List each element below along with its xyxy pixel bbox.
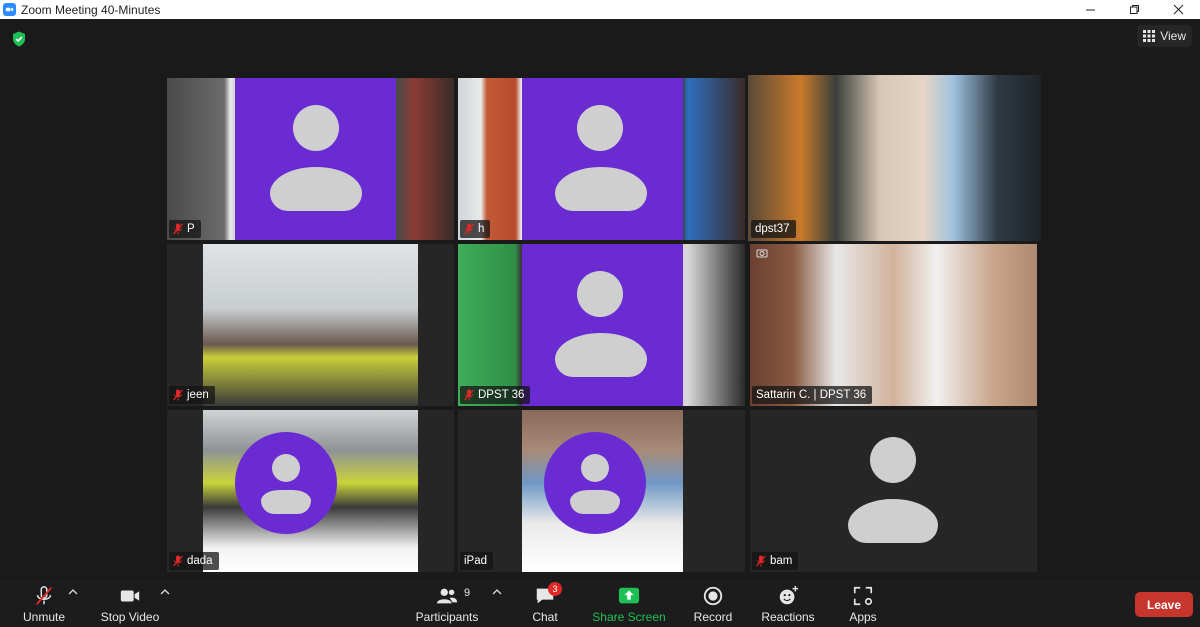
participant-name-tag: bam bbox=[752, 552, 799, 570]
video-options-chevron-icon[interactable] bbox=[160, 588, 170, 596]
participants-icon bbox=[436, 588, 458, 604]
avatar-body-icon bbox=[261, 490, 311, 514]
chat-button[interactable]: 3 Chat bbox=[525, 580, 565, 627]
participant-name-tag: h bbox=[460, 220, 491, 238]
participant-name-tag: dada bbox=[169, 552, 219, 570]
chat-unread-badge: 3 bbox=[548, 582, 562, 596]
video-feed-background bbox=[750, 244, 1037, 406]
avatar-head-icon bbox=[577, 271, 623, 317]
stop-video-button[interactable]: Stop Video bbox=[96, 580, 164, 627]
minimize-button[interactable] bbox=[1068, 0, 1112, 19]
zoom-app-icon bbox=[3, 3, 16, 16]
close-button[interactable] bbox=[1156, 0, 1200, 19]
video-tile-bam[interactable]: bam bbox=[750, 410, 1037, 572]
share-screen-button[interactable]: Share Screen bbox=[592, 580, 666, 627]
avatar-body-icon bbox=[555, 333, 647, 377]
apps-icon bbox=[853, 586, 873, 606]
minimize-icon bbox=[1085, 9, 1095, 11]
muted-mic-icon bbox=[173, 223, 183, 235]
leave-meeting-button[interactable]: Leave bbox=[1135, 592, 1193, 617]
unmute-button[interactable]: Unmute bbox=[14, 580, 74, 627]
avatar-body-icon bbox=[555, 167, 647, 211]
restore-button[interactable] bbox=[1112, 0, 1156, 19]
participants-button[interactable]: 9 Participants bbox=[414, 580, 480, 627]
share-screen-icon bbox=[618, 587, 640, 604]
video-camera-icon bbox=[120, 590, 140, 602]
title-bar: Zoom Meeting 40-Minutes bbox=[0, 0, 1200, 19]
view-button[interactable]: View bbox=[1137, 25, 1192, 47]
video-feed-background bbox=[203, 244, 418, 406]
participant-name-tag: Sattarin C. | DPST 36 bbox=[752, 386, 873, 404]
grid-view-icon bbox=[1143, 30, 1156, 42]
muted-mic-icon bbox=[173, 389, 183, 401]
video-feed-background bbox=[748, 75, 1041, 241]
video-tile-dpst37[interactable]: dpst37 bbox=[748, 75, 1041, 241]
participant-name-tag: jeen bbox=[169, 386, 215, 404]
video-tile-dpst36[interactable]: DPST 36 bbox=[458, 244, 745, 406]
meeting-toolbar: Unmute Stop Video 9 Participants 3 Chat … bbox=[0, 580, 1200, 627]
avatar-overlay bbox=[522, 78, 683, 240]
record-button[interactable]: Record bbox=[689, 580, 737, 627]
avatar-overlay bbox=[544, 432, 646, 534]
participants-count: 9 bbox=[464, 587, 471, 599]
muted-mic-icon bbox=[35, 586, 53, 605]
audio-options-chevron-icon[interactable] bbox=[68, 588, 78, 596]
close-icon bbox=[1173, 4, 1183, 15]
video-tile-p[interactable]: P bbox=[167, 78, 454, 240]
muted-mic-icon bbox=[464, 389, 474, 401]
video-tile-jeen[interactable]: jeen bbox=[167, 244, 454, 406]
video-tile-ipad[interactable]: iPad bbox=[458, 410, 745, 572]
avatar-head-icon bbox=[581, 454, 609, 482]
avatar-head-icon bbox=[577, 105, 623, 151]
avatar-overlay bbox=[235, 78, 396, 240]
avatar-overlay bbox=[235, 432, 337, 534]
reactions-button[interactable]: Reactions bbox=[758, 580, 818, 627]
muted-mic-icon bbox=[464, 223, 474, 235]
security-shield-icon[interactable] bbox=[12, 31, 26, 47]
view-label: View bbox=[1160, 29, 1186, 43]
avatar-overlay bbox=[522, 244, 683, 406]
avatar-head-icon bbox=[293, 105, 339, 151]
record-icon bbox=[703, 586, 723, 606]
avatar-head-icon bbox=[870, 437, 916, 483]
smiley-plus-icon bbox=[779, 585, 799, 605]
avatar-head-icon bbox=[272, 454, 300, 482]
avatar-body-icon bbox=[848, 499, 938, 543]
apps-button[interactable]: Apps bbox=[843, 580, 883, 627]
participant-name-tag: P bbox=[169, 220, 201, 238]
video-tile-h[interactable]: h bbox=[458, 78, 745, 240]
participant-name-tag: DPST 36 bbox=[460, 386, 531, 404]
window-title: Zoom Meeting 40-Minutes bbox=[21, 2, 161, 17]
participants-options-chevron-icon[interactable] bbox=[492, 588, 502, 596]
avatar-body-icon bbox=[270, 167, 362, 211]
participant-name-tag: dpst37 bbox=[751, 220, 796, 238]
muted-mic-icon bbox=[756, 555, 766, 567]
restore-icon bbox=[1129, 5, 1139, 14]
avatar-body-icon bbox=[570, 490, 620, 514]
video-tile-sattarin[interactable]: Sattarin C. | DPST 36 bbox=[750, 244, 1037, 406]
meeting-area: View P h dpst37 jeen DPST 36 Sattarin C.… bbox=[0, 19, 1200, 580]
participant-name-tag: iPad bbox=[460, 552, 494, 570]
camera-icon bbox=[756, 249, 768, 258]
video-tile-dada[interactable]: dada bbox=[167, 410, 454, 572]
muted-mic-icon bbox=[173, 555, 183, 567]
